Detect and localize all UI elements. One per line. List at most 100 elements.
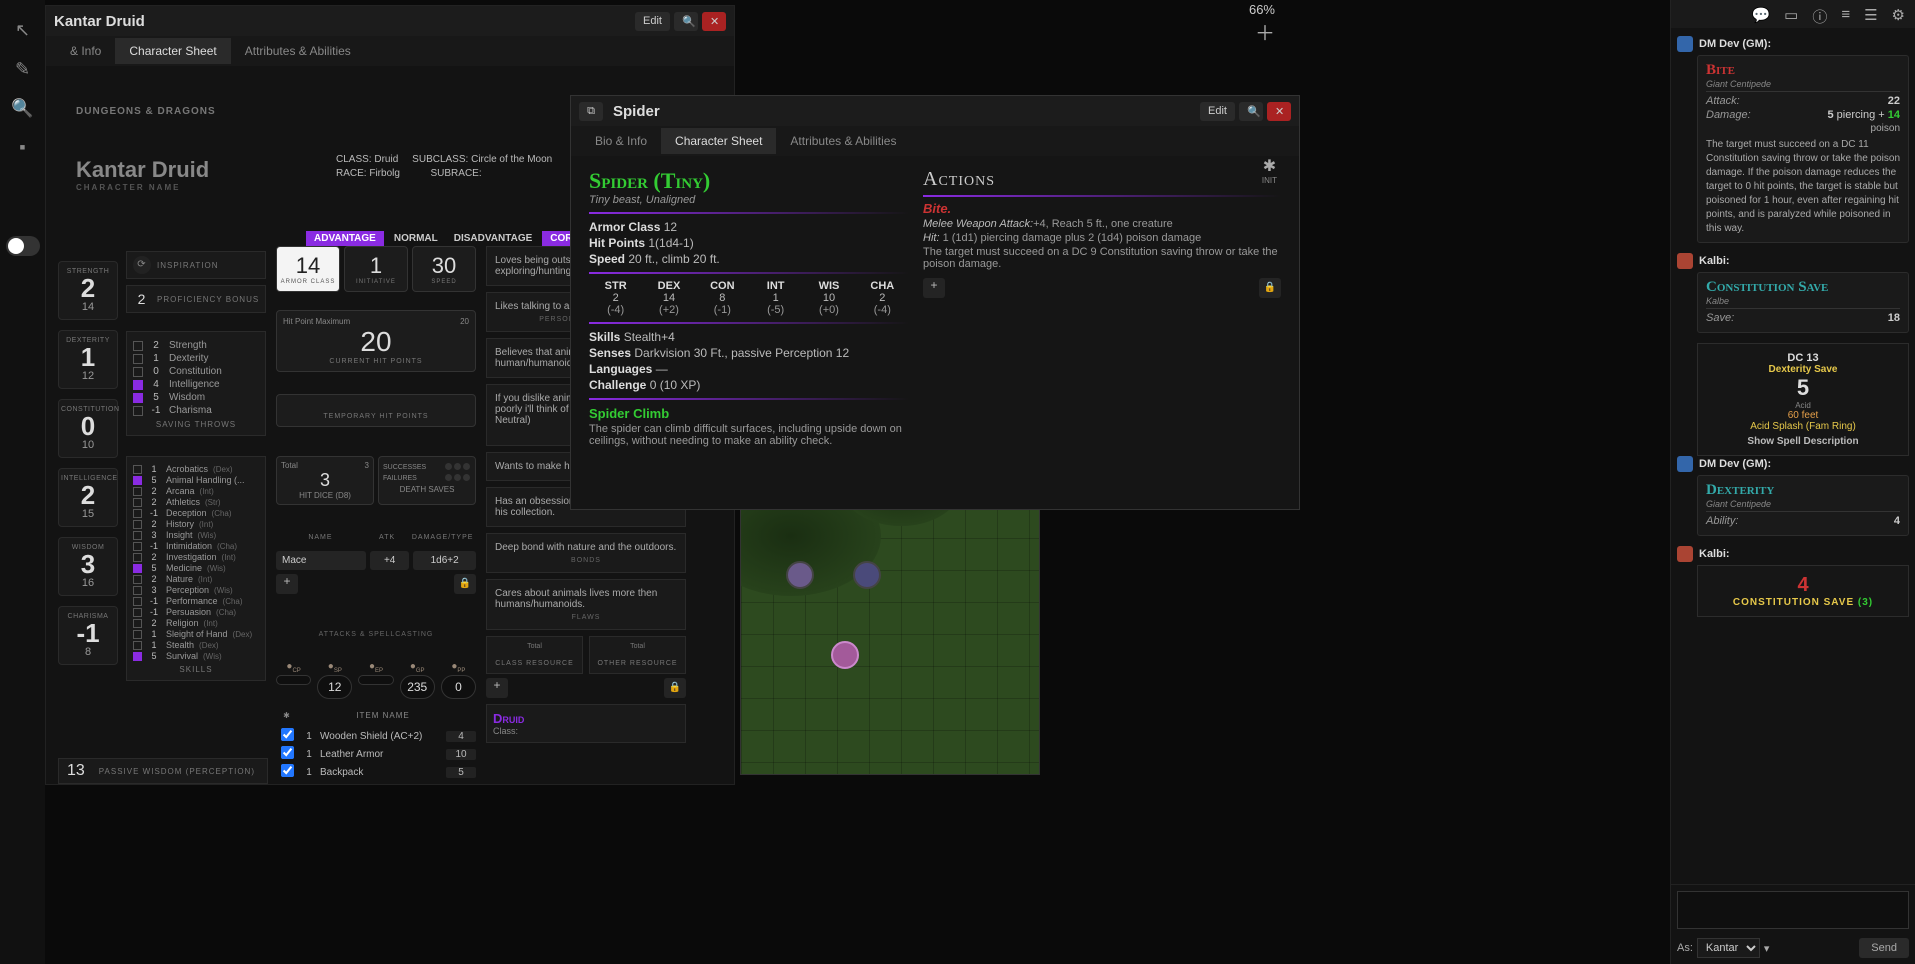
skill-row[interactable]: 1Sleight of Hand (Dex) [133, 629, 259, 639]
compendium-icon[interactable]: ≡ [1841, 6, 1850, 22]
spider-ability-CHA[interactable]: CHA2(-4) [856, 280, 909, 316]
ability-strength[interactable]: STRENGTH214 [58, 261, 118, 320]
equip-checkbox[interactable] [281, 764, 294, 777]
spider-ability-WIS[interactable]: WIS10(+0) [802, 280, 855, 316]
save-charisma[interactable]: -1Charisma [133, 405, 259, 416]
initiative[interactable]: 1INITIATIVE [344, 246, 408, 292]
chat-card[interactable]: Constitution SaveKalbeSave:18 [1697, 272, 1909, 333]
skill-row[interactable]: 5Animal Handling (... [133, 475, 259, 485]
skill-row[interactable]: 1Stealth (Dex) [133, 640, 259, 650]
inspiration-box[interactable]: ⟳ INSPIRATION [126, 251, 266, 279]
zoom-add-icon[interactable]: ＋ [1249, 17, 1275, 46]
other-resource[interactable]: TotalOTHER RESOURCE [589, 636, 686, 674]
skill-row[interactable]: 1Acrobatics (Dex) [133, 464, 259, 474]
spider-tab-bio[interactable]: Bio & Info [581, 128, 661, 154]
add-weapon-button[interactable]: + [276, 574, 298, 594]
skill-row[interactable]: 2Nature (Int) [133, 574, 259, 584]
disadvantage-button[interactable]: DISADVANTAGE [448, 231, 539, 246]
equip-checkbox[interactable] [281, 728, 294, 741]
info-icon[interactable]: ⓘ [1812, 6, 1827, 22]
skill-row[interactable]: 3Insight (Wis) [133, 530, 259, 540]
spider-ability-DEX[interactable]: DEX14(+2) [642, 280, 695, 316]
send-button[interactable]: Send [1859, 938, 1909, 958]
init-badge[interactable]: ✱INIT [1262, 156, 1277, 185]
save-constitution[interactable]: 0Constitution [133, 366, 259, 377]
chat-card[interactable]: BiteGiant CentipedeAttack:22Damage:5 pie… [1697, 55, 1909, 243]
inventory-row[interactable]: 1Backpack5 [276, 764, 476, 780]
ability-dexterity[interactable]: DEXTERITY112 [58, 330, 118, 389]
ruler-icon[interactable]: ▪ [19, 137, 25, 158]
spider-popout-button[interactable]: ⧉ [579, 102, 603, 121]
spider-tab-attr[interactable]: Attributes & Abilities [776, 128, 910, 154]
spider-ability-INT[interactable]: INT1(-5) [749, 280, 802, 316]
skill-row[interactable]: 2Religion (Int) [133, 618, 259, 628]
char-edit-button[interactable]: Edit [635, 12, 670, 31]
coin-GP[interactable]: ●GP235 [400, 661, 435, 699]
lock-actions-button[interactable]: 🔒 [1259, 278, 1281, 298]
lock-resource-button[interactable]: 🔒 [664, 678, 686, 698]
tab-attr[interactable]: Attributes & Abilities [231, 38, 365, 64]
coin-CP[interactable]: ●CP [276, 661, 311, 699]
add-action-button[interactable]: + [923, 278, 945, 298]
skill-row[interactable]: 5Survival (Wis) [133, 651, 259, 661]
chat-card[interactable]: DexterityGiant CentipedeAbility:4 [1697, 475, 1909, 536]
gear-icon[interactable]: ⚙ [1892, 6, 1905, 22]
spider-close-button[interactable]: ✕ [1267, 102, 1291, 121]
tab-bio[interactable]: & Info [56, 38, 115, 64]
char-close-button[interactable]: ✕ [702, 12, 726, 31]
feature-druid[interactable]: DruidClass: [486, 704, 686, 743]
save-dexterity[interactable]: 1Dexterity [133, 353, 259, 364]
inventory-row[interactable]: 1Wooden Shield (AC+2)4 [276, 728, 476, 744]
death-saves[interactable]: SUCCESSES FAILURES DEATH SAVES [378, 456, 476, 505]
spider-tab-sheet[interactable]: Character Sheet [661, 128, 776, 154]
char-search-button[interactable]: 🔍 [674, 12, 698, 31]
journal-icon[interactable]: ▭ [1784, 6, 1798, 22]
coin-EP[interactable]: ●EP [358, 661, 393, 699]
skill-row[interactable]: -1Performance (Cha) [133, 596, 259, 606]
skill-row[interactable]: -1Intimidation (Cha) [133, 541, 259, 551]
skill-row[interactable]: 2Investigation (Int) [133, 552, 259, 562]
equip-checkbox[interactable] [281, 746, 294, 759]
show-spell-link[interactable]: Show Spell Description [1706, 436, 1900, 447]
save-wisdom[interactable]: 5Wisdom [133, 392, 259, 403]
spell-card[interactable]: DC 13Dexterity Save 5Acid 60 feetAcid Sp… [1697, 343, 1909, 456]
draw-icon[interactable]: ✎ [15, 59, 30, 80]
chat-textarea[interactable] [1677, 891, 1909, 929]
add-resource-button[interactable]: + [486, 678, 508, 698]
class-resource[interactable]: TotalCLASS RESOURCE [486, 636, 583, 674]
speak-as-select[interactable]: Kantar [1697, 938, 1760, 958]
token-player[interactable] [831, 641, 859, 669]
token-centipede-1[interactable] [786, 561, 814, 589]
ability-wisdom[interactable]: WISDOM316 [58, 537, 118, 596]
save-intelligence[interactable]: 4Intelligence [133, 379, 259, 390]
normal-button[interactable]: NORMAL [388, 231, 444, 246]
battle-map[interactable] [740, 505, 1040, 775]
list-icon[interactable]: ☰ [1864, 6, 1877, 22]
skill-row[interactable]: 3Perception (Wis) [133, 585, 259, 595]
bite-action[interactable]: Bite. [923, 201, 1281, 216]
skill-row[interactable]: 2Arcana (Int) [133, 486, 259, 496]
skill-row[interactable]: -1Deception (Cha) [133, 508, 259, 518]
lock-weapons-button[interactable]: 🔒 [454, 574, 476, 594]
tab-sheet[interactable]: Character Sheet [115, 38, 230, 64]
skill-row[interactable]: 2Athletics (Str) [133, 497, 259, 507]
ability-intelligence[interactable]: INTELLIGENCE215 [58, 468, 118, 527]
pointer-icon[interactable]: ↖ [15, 20, 30, 41]
ability-constitution[interactable]: CONSTITUTION010 [58, 399, 118, 458]
advantage-button[interactable]: ADVANTAGE [306, 231, 384, 246]
ability-charisma[interactable]: CHARISMA-18 [58, 606, 118, 665]
inventory-row[interactable]: 1Leather Armor10 [276, 746, 476, 762]
dark-toggle[interactable] [6, 236, 40, 256]
coin-SP[interactable]: ●SP12 [317, 661, 352, 699]
skill-row[interactable]: 2History (Int) [133, 519, 259, 529]
spider-edit-button[interactable]: Edit [1200, 102, 1235, 121]
token-centipede-2[interactable] [853, 561, 881, 589]
constitution-card[interactable]: 4CONSTITUTION SAVE (3) [1697, 565, 1909, 617]
spider-ability-STR[interactable]: STR2(-4) [589, 280, 642, 316]
skill-row[interactable]: -1Persuasion (Cha) [133, 607, 259, 617]
coin-PP[interactable]: ●PP0 [441, 661, 476, 699]
hit-dice[interactable]: Total3 3 HIT DICE (D8) [276, 456, 374, 505]
chat-icon[interactable]: 💬 [1751, 6, 1770, 22]
search-icon[interactable]: 🔍 [11, 98, 33, 119]
spider-search-button[interactable]: 🔍 [1239, 102, 1263, 121]
